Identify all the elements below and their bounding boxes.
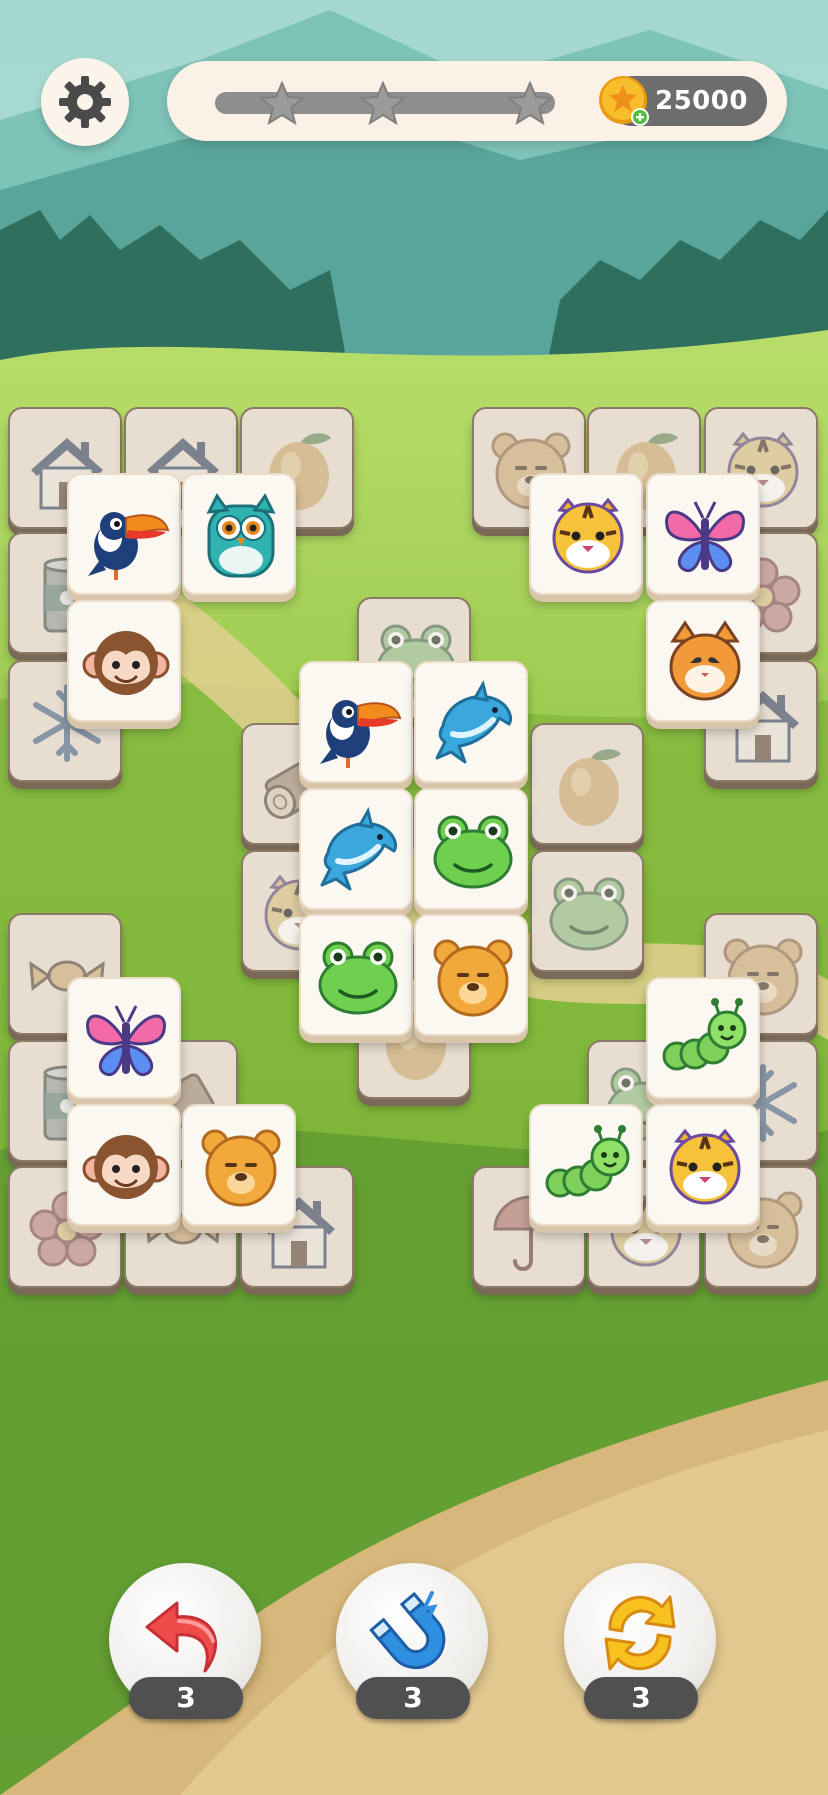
tile-mango: [530, 723, 644, 845]
tile-caterpillar[interactable]: [646, 977, 760, 1099]
tiger-icon: [552, 497, 624, 574]
tile-caterpillar[interactable]: [529, 1104, 643, 1226]
tile-cat[interactable]: [646, 600, 760, 722]
tile-butterfly[interactable]: [67, 977, 181, 1099]
tiger-icon: [669, 1128, 741, 1205]
tile-monkey[interactable]: [67, 600, 181, 722]
bear-icon: [201, 1129, 281, 1207]
monkey-icon: [82, 1135, 170, 1199]
undo-button[interactable]: 3: [109, 1563, 261, 1719]
tile-butterfly[interactable]: [646, 473, 760, 595]
tile-bear[interactable]: [414, 914, 528, 1036]
shuffle-icon: [604, 1595, 676, 1671]
tile-frog[interactable]: [414, 788, 528, 910]
shuffle-count: 3: [584, 1677, 698, 1719]
magnet-count: 3: [356, 1677, 470, 1719]
toucan-icon: [320, 700, 402, 768]
tile-toucan[interactable]: [67, 473, 181, 595]
tile-frog[interactable]: [299, 914, 413, 1036]
magnet-button[interactable]: 3: [336, 1563, 488, 1719]
tile-frog: [530, 850, 644, 972]
monkey-icon: [82, 631, 170, 695]
toucan-icon: [88, 512, 170, 580]
frog-icon: [433, 815, 513, 889]
tile-board: [0, 0, 828, 1795]
tile-dolphin[interactable]: [414, 661, 528, 783]
bear-icon: [433, 939, 513, 1017]
tile-owl[interactable]: [182, 473, 296, 595]
tile-bear[interactable]: [182, 1104, 296, 1226]
frog-icon: [318, 941, 398, 1015]
shuffle-button[interactable]: 3: [564, 1563, 716, 1719]
tile-tiger[interactable]: [646, 1104, 760, 1226]
tile-monkey[interactable]: [67, 1104, 181, 1226]
caterpillar-icon: [545, 1125, 630, 1198]
butterfly-icon: [86, 1005, 166, 1077]
mango-icon: [559, 749, 621, 826]
cat-icon: [669, 620, 741, 701]
tile-tiger[interactable]: [529, 473, 643, 595]
tile-toucan[interactable]: [299, 661, 413, 783]
owl-icon: [206, 493, 276, 578]
game-scene: 25000 3 3 3: [0, 0, 828, 1795]
butterfly-icon: [665, 501, 745, 573]
undo-count: 3: [129, 1677, 243, 1719]
dolphin-icon: [320, 807, 397, 891]
magnet-icon: [369, 1591, 446, 1670]
dolphin-icon: [435, 680, 512, 764]
frog-icon: [549, 877, 629, 951]
tile-dolphin[interactable]: [299, 788, 413, 910]
undo-arrow-icon: [145, 1601, 217, 1673]
caterpillar-icon: [662, 998, 747, 1071]
